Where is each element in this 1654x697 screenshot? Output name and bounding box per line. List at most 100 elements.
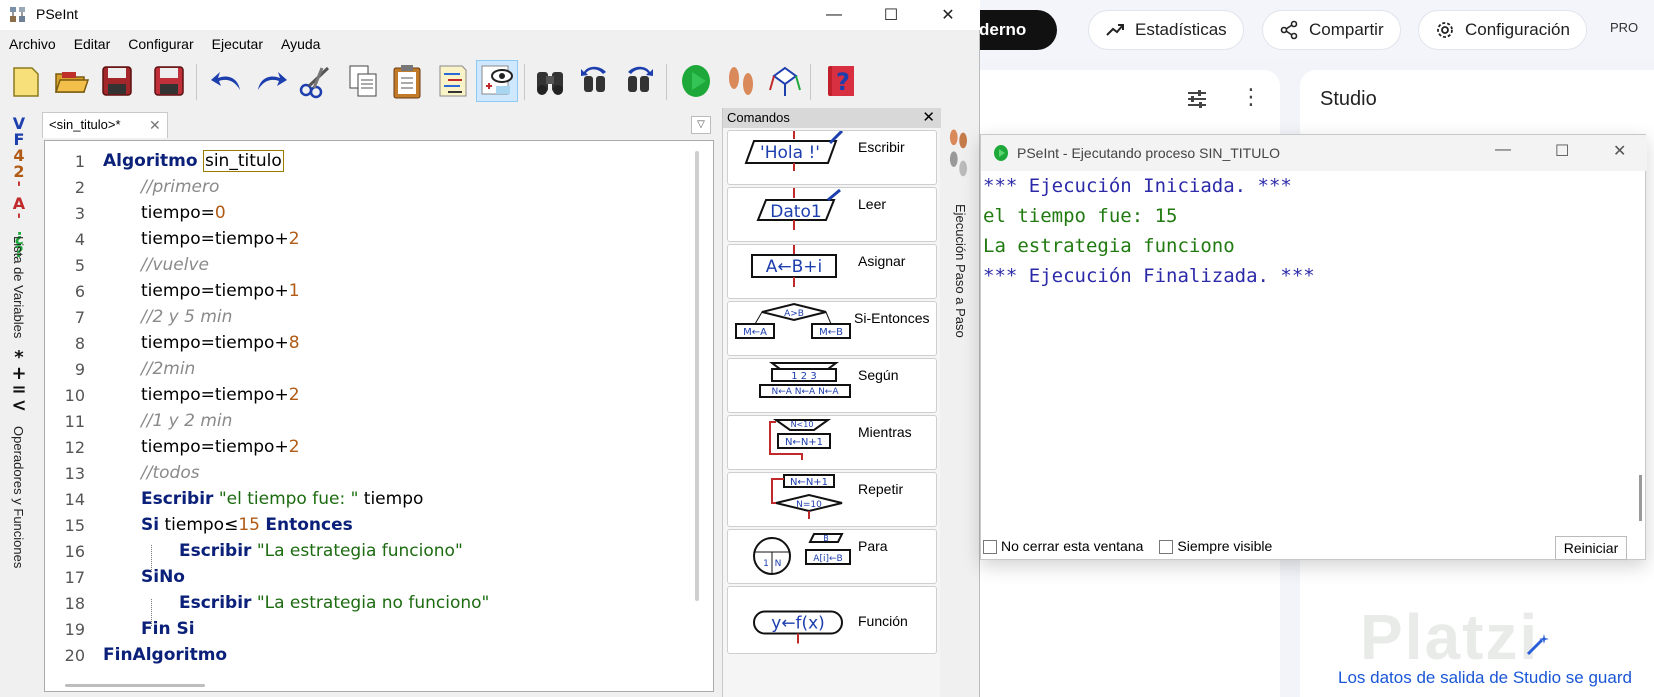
code-line[interactable]: 5 //vuelve <box>45 252 695 279</box>
maximize-button[interactable]: ☐ <box>1555 141 1569 161</box>
search-next-icon <box>628 66 653 92</box>
studio-footer-text: Los datos de salida de Studio se guard <box>1338 668 1632 687</box>
restart-button[interactable]: Reiniciar <box>1555 536 1627 560</box>
operators-tab[interactable]: * + = < Operadores y Funciones <box>0 349 38 690</box>
close-tab-icon[interactable]: ✕ <box>149 113 161 137</box>
share-button[interactable]: Compartir <box>1262 10 1401 50</box>
execution-title: PSeInt - Ejecutando proceso SIN_TITULO <box>1017 145 1281 161</box>
cut-button[interactable] <box>294 60 336 102</box>
undo-button[interactable] <box>206 60 248 102</box>
code-line[interactable]: 9 //2min <box>45 356 695 383</box>
svg-text:1: 1 <box>763 559 769 569</box>
menu-editar[interactable]: Editar <box>74 36 111 52</box>
always-visible-checkbox[interactable]: Siempre visible <box>1159 538 1272 555</box>
code-line[interactable]: 4 tiempo=tiempo+2 <box>45 226 695 253</box>
code-line[interactable]: 12 tiempo=tiempo+2 <box>45 434 695 461</box>
magic-wand-icon[interactable] <box>1522 630 1552 660</box>
new-file-button[interactable] <box>4 60 46 102</box>
code-line[interactable]: 15 Si tiempo≤15 Entonces <box>45 512 695 539</box>
close-button[interactable]: ✕ <box>925 0 971 30</box>
output-scrollbar[interactable] <box>1639 475 1642 521</box>
tune-icon[interactable] <box>1186 88 1208 110</box>
menu-archivo[interactable]: Archivo <box>9 36 56 52</box>
code-line[interactable]: 14 Escribir "el tiempo fue: " tiempo <box>45 486 695 513</box>
code-line[interactable]: 8 tiempo=tiempo+8 <box>45 330 695 357</box>
tab-sin-titulo[interactable]: <sin_titulo>* ✕ <box>42 112 168 138</box>
code-line[interactable]: 7 //2 y 5 min <box>45 304 695 331</box>
code-line[interactable]: 6 tiempo=tiempo+1 <box>45 278 695 305</box>
line-number: 3 <box>74 204 85 223</box>
code-line[interactable]: 2 //primero <box>45 174 695 201</box>
command-para[interactable]: 1 N B A[i]←B Para <box>727 529 937 584</box>
command-escribir[interactable]: 'Hola !' Escribir <box>727 130 937 185</box>
flowchart-button[interactable] <box>764 60 806 102</box>
maximize-button[interactable]: ☐ <box>868 0 914 30</box>
command-funcion[interactable]: y←f(x) Función <box>727 586 937 654</box>
code-text: //1 y 2 min <box>141 411 233 431</box>
code-line[interactable]: 19 Fin Si <box>45 616 695 643</box>
code-line[interactable]: 10 tiempo=tiempo+2 <box>45 382 695 409</box>
search-prev-button[interactable] <box>574 60 616 102</box>
command-asignar[interactable]: A←B+i Asignar <box>727 244 937 299</box>
pseint-window: PSeInt — ☐ ✕ Archivo Editar Configurar E… <box>0 0 980 697</box>
step-by-step-button[interactable] <box>720 60 762 102</box>
code-editor[interactable]: 1 Algoritmo sin_titulo 2 //primero 3 tiempo=0… <box>44 140 714 692</box>
svg-text:N←N+1: N←N+1 <box>785 437 823 448</box>
close-button[interactable]: ✕ <box>1613 141 1626 161</box>
code-line[interactable]: 11 //1 y 2 min <box>45 408 695 435</box>
more-options-icon[interactable]: ⋮ <box>1240 86 1262 108</box>
command-label: Función <box>858 613 908 629</box>
code-text: //todos <box>141 463 200 483</box>
search-button[interactable] <box>530 60 572 102</box>
left-side-panel: VF 42 ' A ' ¿? Lista de Variables * + = < Ope… <box>0 110 38 697</box>
code-text: tiempo=tiempo+8 <box>141 333 300 353</box>
menu-ayuda[interactable]: Ayuda <box>281 36 320 52</box>
open-file-button[interactable] <box>50 60 92 102</box>
horizontal-scrollbar[interactable] <box>65 684 205 687</box>
line-number: 8 <box>74 334 85 353</box>
copy-button[interactable] <box>342 60 384 102</box>
command-mientras[interactable]: N<10 N←N+1 Mientras <box>727 415 937 470</box>
inspect-button[interactable] <box>476 60 518 102</box>
stats-button[interactable]: Estadísticas <box>1088 10 1244 50</box>
minimize-button[interactable]: — <box>811 0 857 30</box>
function-shape-text: y←f(x) <box>771 614 825 634</box>
variables-tab[interactable]: VF 42 ' A ' ¿? Lista de Variables <box>0 110 38 340</box>
indent-button[interactable] <box>432 60 474 102</box>
menu-ejecutar[interactable]: Ejecutar <box>212 36 263 52</box>
redo-icon <box>258 72 287 90</box>
settings-button[interactable]: Configuración <box>1418 10 1587 50</box>
command-si-entonces[interactable]: A>B M←A M←B Si-Entonces <box>727 301 937 356</box>
close-panel-icon[interactable]: ✕ <box>922 108 935 128</box>
code-line[interactable]: 3 tiempo=0 <box>45 200 695 227</box>
code-line[interactable]: 1 Algoritmo sin_titulo <box>45 148 695 175</box>
command-repetir[interactable]: N←N+1 N=10 Repetir <box>727 472 937 527</box>
save-as-button[interactable] <box>148 60 190 102</box>
code-line[interactable]: 16 Escribir "La estrategia funciono" <box>45 538 695 565</box>
command-leer[interactable]: Dato1 Leer <box>727 187 937 242</box>
menu-configurar[interactable]: Configurar <box>128 36 193 52</box>
save-button[interactable] <box>96 60 138 102</box>
code-line[interactable]: 20 FinAlgoritmo <box>45 642 695 669</box>
line-number: 1 <box>74 152 85 171</box>
new-file-icon <box>13 67 39 97</box>
svg-text:M←B: M←B <box>819 327 843 338</box>
execution-output: *** Ejecución Iniciada. *** el tiempo fue… <box>981 175 1647 511</box>
help-button[interactable]: ? <box>820 60 862 102</box>
redo-button[interactable] <box>250 60 292 102</box>
search-next-button[interactable] <box>618 60 660 102</box>
code-line[interactable]: 18 Escribir "La estrategia no funciono" <box>45 590 695 617</box>
no-close-checkbox[interactable]: No cerrar esta ventana <box>983 538 1143 555</box>
minimize-button[interactable]: — <box>1495 141 1511 159</box>
run-icon <box>994 145 1008 161</box>
code-line[interactable]: 17 SiNo <box>45 564 695 591</box>
output-line: el tiempo fue: 15 <box>983 205 1178 227</box>
code-line[interactable]: 13 //todos <box>45 460 695 487</box>
line-number: 10 <box>64 386 85 405</box>
paste-button[interactable] <box>386 60 428 102</box>
command-segun[interactable]: 1 2 3 N←A N←A N←A Según <box>727 358 937 413</box>
vertical-scrollbar[interactable] <box>695 151 699 601</box>
step-by-step-panel-tab[interactable]: Ejecución Paso a Paso <box>942 116 978 696</box>
run-button[interactable] <box>676 60 718 102</box>
tabs-dropdown-icon[interactable]: ▽ <box>691 116 711 134</box>
